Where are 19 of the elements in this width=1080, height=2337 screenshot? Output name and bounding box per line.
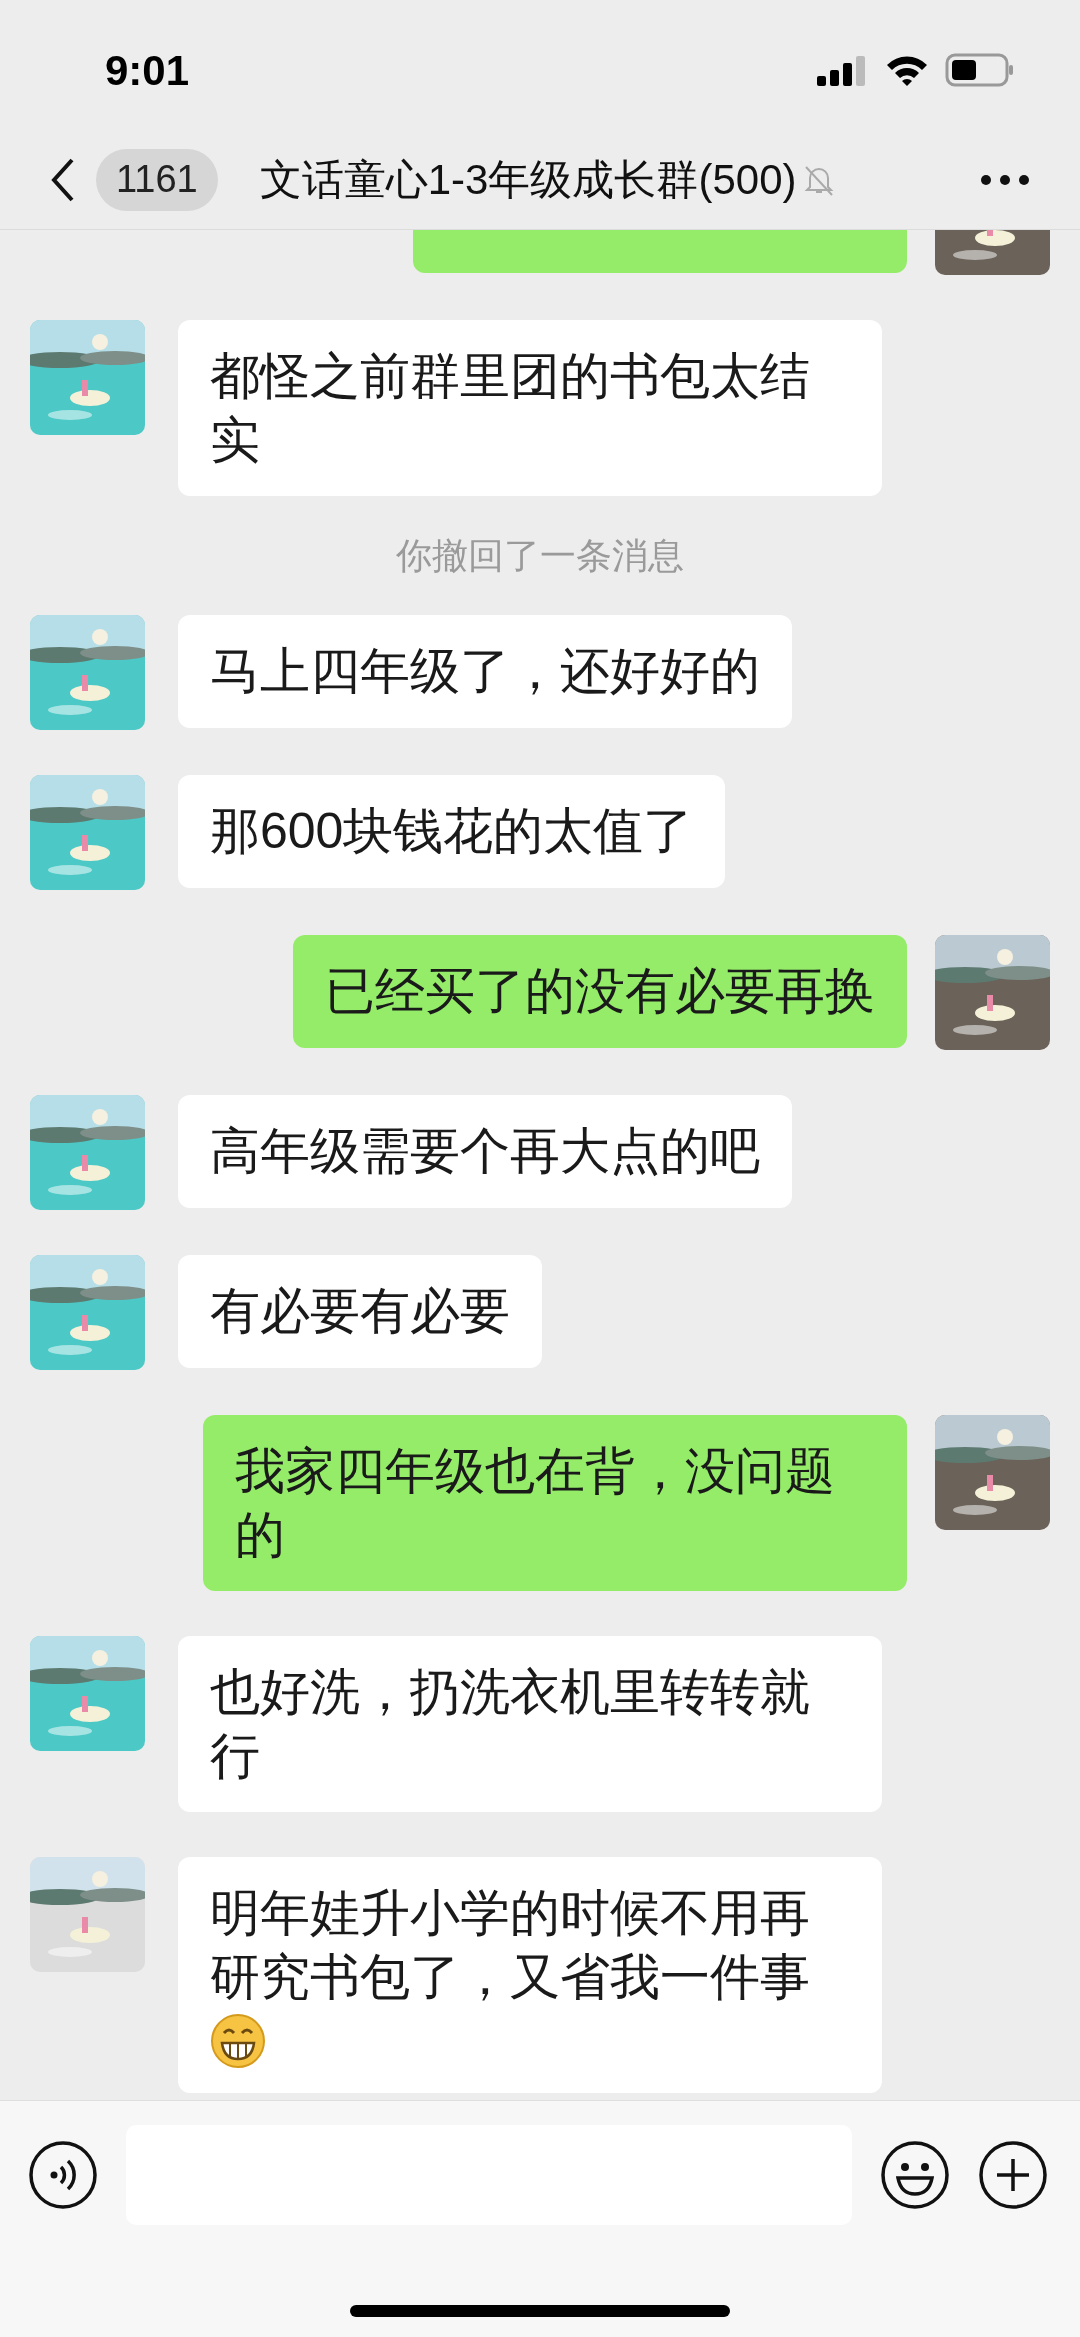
message-text: 高年级需要个再大点的吧 bbox=[210, 1122, 760, 1181]
emoji-icon[interactable] bbox=[880, 2140, 950, 2210]
plus-icon[interactable] bbox=[978, 2140, 1048, 2210]
voice-icon[interactable] bbox=[28, 2140, 98, 2210]
status-time: 9:01 bbox=[105, 45, 190, 96]
message-text: 已经买了的没有必要再换 bbox=[325, 962, 875, 1021]
message-text: 明年娃升小学的时候不用再研究书包了，又省我一件事 bbox=[210, 1884, 811, 2007]
message-text: 有必要有必要 bbox=[210, 1282, 510, 1341]
more-icon[interactable] bbox=[980, 173, 1030, 186]
message-text: 都怪之前群里团的书包太结实 bbox=[210, 347, 811, 470]
message-text: 也好洗，扔洗衣机里转转就行 bbox=[210, 1663, 811, 1786]
message-text: 那600块钱花的太值了 bbox=[210, 802, 694, 861]
message-text: 我家四年级也在背，没问题的 bbox=[235, 1442, 836, 1565]
system-notice: 你撤回了一条消息 bbox=[396, 534, 684, 578]
battery-icon bbox=[945, 53, 1015, 87]
chat-title: 文话童心1-3年级成长群(500) bbox=[259, 155, 797, 205]
unread-count[interactable]: 1161 bbox=[96, 148, 218, 211]
message-text: 马上四年级了，还好好的 bbox=[210, 642, 760, 701]
back-icon[interactable] bbox=[50, 156, 76, 203]
